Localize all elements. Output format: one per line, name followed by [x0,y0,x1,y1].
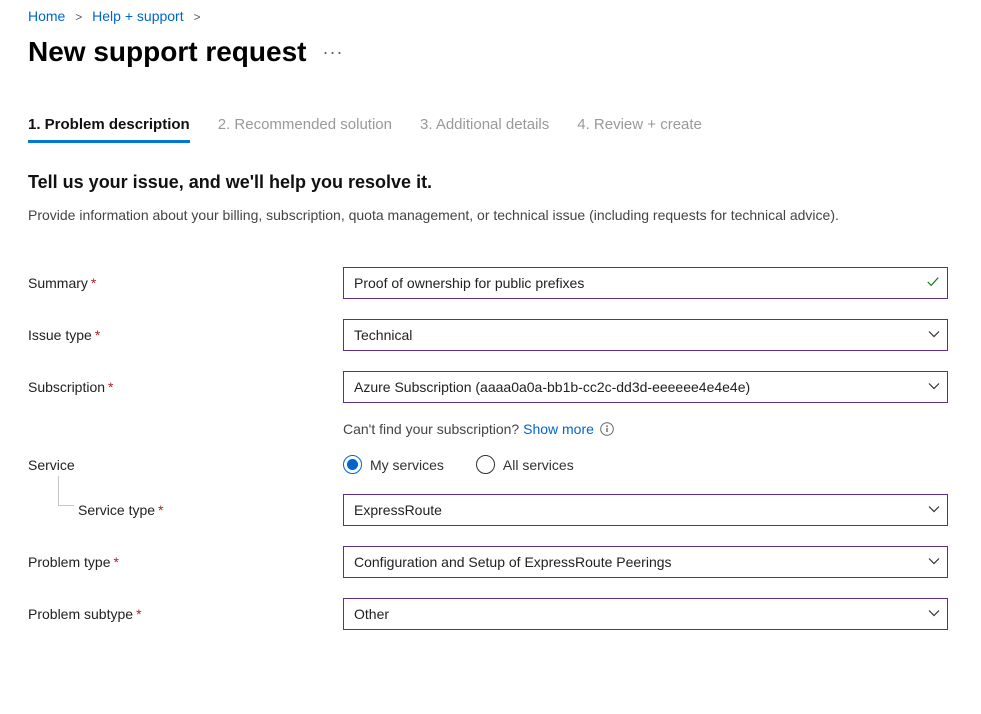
radio-all-services-label: All services [503,457,574,473]
section-desc: Provide information about your billing, … [28,205,928,225]
breadcrumb-sep: > [194,10,201,24]
problem-subtype-label: Problem subtype* [28,606,343,622]
tab-additional-details[interactable]: 3. Additional details [420,110,549,143]
summary-input[interactable] [343,267,948,299]
problem-type-label: Problem type* [28,554,343,570]
problem-type-select[interactable] [343,546,948,578]
service-label: Service [28,457,343,473]
breadcrumb: Home > Help + support > [28,8,953,24]
issue-type-label: Issue type* [28,327,343,343]
summary-label: Summary* [28,275,343,291]
issue-type-select[interactable] [343,319,948,351]
service-type-label: Service type* [28,502,343,518]
radio-my-services[interactable]: My services [343,455,444,474]
radio-all-services[interactable]: All services [476,455,574,474]
more-actions-icon[interactable]: ··· [322,42,343,63]
section-heading: Tell us your issue, and we'll help you r… [28,172,953,193]
breadcrumb-sep: > [75,10,82,24]
service-type-select[interactable] [343,494,948,526]
form: Summary* Issue type* Subscription* [28,267,953,630]
tabs: 1. Problem description 2. Recommended so… [28,110,953,144]
tab-review-create[interactable]: 4. Review + create [577,110,702,143]
problem-subtype-select[interactable] [343,598,948,630]
radio-my-services-label: My services [370,457,444,473]
info-icon[interactable] [600,422,614,436]
tab-problem-description[interactable]: 1. Problem description [28,110,190,143]
breadcrumb-home[interactable]: Home [28,8,65,24]
tab-recommended-solution[interactable]: 2. Recommended solution [218,110,392,143]
breadcrumb-help[interactable]: Help + support [92,8,183,24]
subscription-helper: Can't find your subscription? Show more [343,421,948,437]
subscription-select[interactable] [343,371,948,403]
subscription-label: Subscription* [28,379,343,395]
show-more-link[interactable]: Show more [523,421,594,437]
page-title: New support request [28,36,306,68]
